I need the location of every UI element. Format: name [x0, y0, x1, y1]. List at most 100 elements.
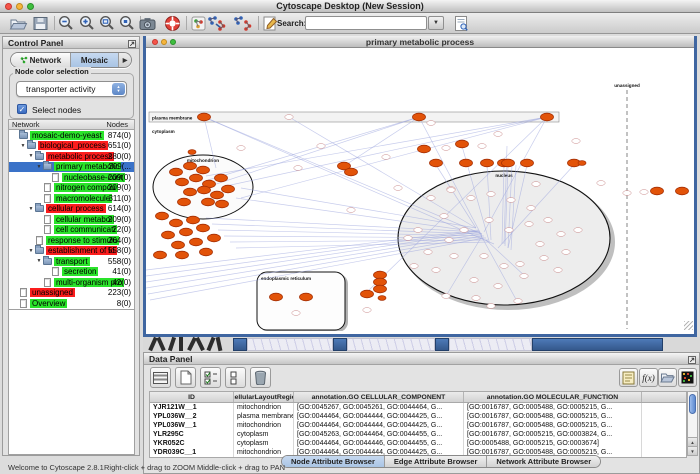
network-node-selected[interactable]: [345, 168, 358, 176]
resize-grip-icon[interactable]: [684, 321, 693, 330]
network-node[interactable]: [500, 264, 508, 269]
tree-row[interactable]: cell communicati22(0): [9, 225, 134, 236]
network-edge[interactable]: [344, 117, 419, 166]
search-input[interactable]: [305, 16, 427, 30]
network-node-selected[interactable]: [170, 168, 183, 176]
network-node[interactable]: [554, 268, 562, 273]
network-node[interactable]: [532, 182, 540, 187]
network-node-selected[interactable]: [172, 241, 185, 249]
network-node[interactable]: [480, 254, 488, 259]
network-node-selected[interactable]: [188, 150, 196, 155]
tree-row[interactable]: ▼cellular process614(0): [9, 204, 134, 215]
network-node[interactable]: [487, 192, 495, 197]
network-node[interactable]: [485, 218, 493, 223]
tree-row[interactable]: nitrogen compou209(0): [9, 183, 134, 194]
network-node-selected[interactable]: [651, 187, 664, 195]
import-attributes-icon[interactable]: [658, 368, 677, 387]
nodes-column-header[interactable]: Nodes: [106, 120, 128, 130]
network-node[interactable]: [467, 196, 475, 201]
network-node-selected[interactable]: [211, 191, 224, 199]
network-node-selected[interactable]: [154, 251, 167, 259]
table-scrollbar[interactable]: ▲ ▼: [687, 391, 698, 456]
table-row[interactable]: YPL036W__1mitochondrion[GO:0044464, GO:0…: [150, 421, 686, 430]
network-node[interactable]: [574, 228, 582, 233]
network-node-selected[interactable]: [676, 187, 689, 195]
network-node[interactable]: [427, 121, 435, 126]
function-builder-icon[interactable]: f(x): [639, 368, 658, 387]
network-node[interactable]: [294, 166, 302, 171]
network-node-selected[interactable]: [184, 162, 197, 170]
network-node[interactable]: [363, 308, 371, 313]
expand-arrow-icon[interactable]: ▼: [27, 248, 35, 254]
network-edge[interactable]: [289, 117, 476, 228]
network-node-selected[interactable]: [430, 159, 443, 167]
network-node-selected[interactable]: [460, 159, 473, 167]
column-header-id[interactable]: ID: [150, 392, 234, 402]
expand-arrow-icon[interactable]: ▼: [35, 258, 43, 264]
background-window-titlebar[interactable]: [233, 338, 247, 351]
unselect-all-attributes-icon[interactable]: [225, 367, 246, 388]
tree-row[interactable]: response to stimulu264(0): [9, 235, 134, 246]
network-node-selected[interactable]: [178, 198, 191, 206]
network-node[interactable]: [544, 218, 552, 223]
network-node[interactable]: [285, 115, 293, 120]
tree-row[interactable]: ▼metabolic process280(0): [9, 151, 134, 162]
tab-network[interactable]: Network: [11, 53, 71, 67]
network-node[interactable]: [470, 278, 478, 283]
network-node[interactable]: [623, 191, 631, 196]
network-node[interactable]: [536, 242, 544, 247]
create-view-from-selection-icon[interactable]: [205, 14, 224, 33]
tab-mosaic[interactable]: Mosaic: [71, 53, 119, 67]
network-node-selected[interactable]: [456, 140, 469, 148]
network-node[interactable]: [237, 146, 245, 151]
network-node-selected[interactable]: [521, 159, 534, 167]
network-node[interactable]: [540, 256, 548, 261]
network-node-selected[interactable]: [162, 231, 175, 239]
tree-row[interactable]: unassigned223(0): [9, 288, 134, 299]
expand-arrow-icon[interactable]: ▼: [35, 164, 43, 170]
zoom-out-icon[interactable]: [57, 14, 76, 33]
open-session-icon[interactable]: [9, 14, 28, 33]
expand-arrow-icon[interactable]: ▼: [27, 153, 35, 159]
network-node[interactable]: [572, 139, 580, 144]
create-new-attribute-icon[interactable]: [175, 367, 196, 388]
network-node-selected[interactable]: [374, 271, 387, 279]
network-node-selected[interactable]: [180, 228, 193, 236]
background-window-titlebar[interactable]: [435, 338, 449, 351]
network-node-selected[interactable]: [208, 234, 221, 242]
network-node[interactable]: [404, 236, 412, 241]
network-node[interactable]: [410, 264, 418, 269]
network-node-selected[interactable]: [170, 219, 183, 227]
network-node[interactable]: [562, 250, 570, 255]
network-node-selected[interactable]: [413, 113, 426, 121]
network-node[interactable]: [516, 262, 524, 267]
duplicate-network-view-icon[interactable]: [231, 14, 250, 33]
scrollbar-thumb[interactable]: [689, 394, 696, 414]
float-panel-icon[interactable]: [688, 355, 696, 363]
birds-eye-view[interactable]: [8, 309, 135, 455]
attribute-matrix-icon[interactable]: [678, 368, 697, 387]
network-node-selected[interactable]: [418, 145, 431, 153]
node-color-dropdown[interactable]: transporter activity ▲▼: [16, 81, 127, 97]
help-lifesaver-icon[interactable]: [163, 14, 182, 33]
scroll-down-button[interactable]: ▼: [688, 446, 697, 455]
network-view-titlebar[interactable]: primary metabolic process: [146, 36, 694, 48]
network-node[interactable]: [525, 222, 533, 227]
network-node-selected[interactable]: [156, 212, 169, 220]
table-row[interactable]: YJR121W__1mitochondrion[GO:0045267, GO:0…: [150, 403, 686, 412]
network-canvas[interactable]: plasma membrane cytoplasm mitochondrion …: [146, 48, 694, 331]
tabs-overflow-button[interactable]: ▶: [119, 53, 131, 67]
tree-row[interactable]: cellular metabol209(0): [9, 214, 134, 225]
zoom-fit-icon[interactable]: [98, 14, 117, 33]
network-node[interactable]: [460, 228, 468, 233]
tab-network-attribute-browser[interactable]: Network Attribute Browser: [487, 456, 600, 467]
network-node[interactable]: [450, 254, 458, 259]
expand-arrow-icon[interactable]: ▼: [19, 143, 27, 149]
tree-row[interactable]: ▼biological_process651(0): [9, 141, 134, 152]
network-node-selected[interactable]: [222, 185, 235, 193]
network-node[interactable]: [494, 284, 502, 289]
tree-row[interactable]: macromolecule311(0): [9, 193, 134, 204]
background-window-titlebar[interactable]: [532, 338, 663, 351]
network-node[interactable]: [505, 228, 513, 233]
network-node[interactable]: [507, 198, 515, 203]
